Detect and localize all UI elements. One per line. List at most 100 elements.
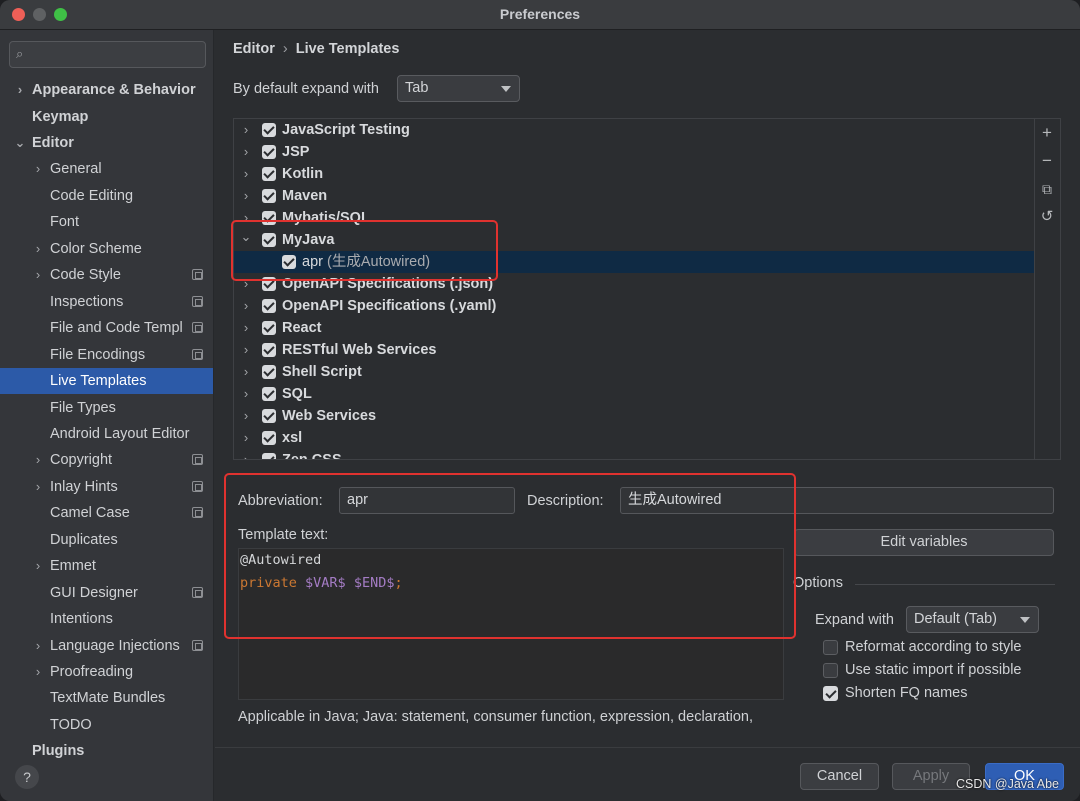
group-checkbox[interactable] (262, 409, 276, 423)
chevron-right-icon[interactable]: › (240, 295, 252, 317)
sidebar-item-textmate-bundles[interactable]: TextMate Bundles (0, 685, 213, 711)
sidebar-item-label: Proofreading (50, 664, 134, 680)
chevron-right-icon[interactable]: › (240, 405, 252, 427)
sidebar-item-camel-case[interactable]: Camel Case (0, 500, 213, 526)
chevron-right-icon[interactable]: › (240, 339, 252, 361)
chevron-down-icon[interactable]: ⌄ (14, 130, 26, 156)
add-icon[interactable]: + (1039, 124, 1055, 141)
chevron-right-icon[interactable]: › (32, 633, 44, 659)
group-checkbox[interactable] (262, 365, 276, 379)
sidebar-item-file-encodings[interactable]: File Encodings (0, 342, 213, 368)
sidebar-item-duplicates[interactable]: Duplicates (0, 527, 213, 553)
chevron-right-icon[interactable]: › (240, 185, 252, 207)
group-checkbox[interactable] (262, 167, 276, 181)
project-scope-icon (192, 481, 203, 492)
sidebar-item-android-layout-editor[interactable]: Android Layout Editor (0, 421, 213, 447)
tree-row-sql[interactable]: › SQL (234, 383, 1034, 405)
applicable-contexts-text[interactable]: Applicable in Java; Java: statement, con… (238, 709, 753, 725)
chevron-right-icon[interactable]: › (240, 119, 252, 141)
sidebar-item-live-templates[interactable]: Live Templates (0, 368, 213, 394)
sidebar-item-proofreading[interactable]: › Proofreading (0, 659, 213, 685)
chevron-right-icon[interactable]: › (32, 447, 44, 473)
sidebar-item-editor[interactable]: ⌄ Editor (0, 130, 213, 156)
tree-row-label: Shell Script (282, 364, 362, 380)
templates-toolbar: + − ⧉ ↺ (1033, 118, 1061, 460)
title-bar: Preferences (0, 0, 1080, 30)
edit-variables-button[interactable]: Edit variables (794, 529, 1054, 556)
tree-row-label: Web Services (282, 408, 377, 424)
sidebar-item-general[interactable]: › General (0, 156, 213, 182)
tree-row-label: Kotlin (282, 166, 324, 182)
sidebar-item-font[interactable]: Font (0, 209, 213, 235)
group-checkbox[interactable] (262, 343, 276, 357)
tree-row-web-services[interactable]: › Web Services (234, 405, 1034, 427)
group-checkbox[interactable] (262, 431, 276, 445)
chevron-right-icon[interactable]: › (32, 156, 44, 182)
sidebar-item-label: GUI Designer (50, 585, 138, 601)
tree-row-react[interactable]: › React (234, 317, 1034, 339)
tree-row-xsl[interactable]: › xsl (234, 427, 1034, 449)
chevron-right-icon[interactable]: › (240, 361, 252, 383)
sidebar-item-gui-designer[interactable]: GUI Designer (0, 580, 213, 606)
chevron-right-icon[interactable]: › (240, 163, 252, 185)
tree-row-kotlin[interactable]: › Kotlin (234, 163, 1034, 185)
cancel-button[interactable]: Cancel (800, 763, 879, 790)
group-checkbox[interactable] (262, 321, 276, 335)
sidebar-item-code-editing[interactable]: Code Editing (0, 183, 213, 209)
help-button[interactable]: ? (15, 765, 39, 789)
chevron-right-icon[interactable]: › (240, 383, 252, 405)
tree-row-shell-script[interactable]: › Shell Script (234, 361, 1034, 383)
chevron-right-icon[interactable]: › (32, 659, 44, 685)
expand-with-select[interactable]: Default (Tab) (906, 606, 1039, 633)
chevron-right-icon[interactable]: › (32, 474, 44, 500)
shorten-fq-checkbox[interactable] (823, 686, 838, 701)
tree-row-label: xsl (282, 430, 303, 446)
default-expand-select[interactable]: Tab (397, 75, 520, 102)
dropdown-arrow-icon (501, 86, 511, 92)
breadcrumb-parent[interactable]: Editor (233, 41, 275, 57)
reformat-checkbox[interactable] (823, 640, 838, 655)
chevron-right-icon[interactable]: › (32, 553, 44, 579)
group-checkbox[interactable] (262, 123, 276, 137)
chevron-right-icon[interactable]: › (240, 449, 252, 459)
tree-row-openapi-yaml[interactable]: › OpenAPI Specifications (.yaml) (234, 295, 1034, 317)
sidebar-item-emmet[interactable]: › Emmet (0, 553, 213, 579)
chevron-right-icon[interactable]: › (240, 427, 252, 449)
tree-row-restful-web-services[interactable]: › RESTful Web Services (234, 339, 1034, 361)
chevron-right-icon[interactable]: › (14, 77, 26, 103)
sidebar-item-plugins[interactable]: Plugins (0, 738, 213, 764)
sidebar-item-todo[interactable]: TODO (0, 712, 213, 738)
group-checkbox[interactable] (262, 453, 276, 459)
sidebar-item-label: TextMate Bundles (50, 690, 166, 706)
tree-row-maven[interactable]: › Maven (234, 185, 1034, 207)
chevron-right-icon[interactable]: › (240, 317, 252, 339)
remove-icon[interactable]: − (1039, 152, 1055, 169)
sidebar-item-appearance-behavior[interactable]: › Appearance & Behavior (0, 77, 213, 103)
group-checkbox[interactable] (262, 189, 276, 203)
settings-search-input[interactable]: ⌕ (9, 41, 206, 68)
sidebar-item-file-code-templates[interactable]: File and Code Templ (0, 315, 213, 341)
tree-row-javascript-testing[interactable]: › JavaScript Testing (234, 119, 1034, 141)
sidebar-item-code-style[interactable]: › Code Style (0, 262, 213, 288)
static-import-checkbox[interactable] (823, 663, 838, 678)
chevron-right-icon[interactable]: › (32, 236, 44, 262)
sidebar-item-keymap[interactable]: Keymap (0, 104, 213, 130)
sidebar-item-color-scheme[interactable]: › Color Scheme (0, 236, 213, 262)
group-checkbox[interactable] (262, 299, 276, 313)
chevron-right-icon[interactable]: › (32, 262, 44, 288)
sidebar-item-label: Font (50, 214, 80, 230)
restore-icon[interactable]: ↺ (1039, 209, 1055, 225)
sidebar-item-label: TODO (50, 717, 92, 733)
sidebar-item-file-types[interactable]: File Types (0, 395, 213, 421)
group-checkbox[interactable] (262, 387, 276, 401)
sidebar-item-inspections[interactable]: Inspections (0, 289, 213, 315)
sidebar-item-inlay-hints[interactable]: › Inlay Hints (0, 474, 213, 500)
sidebar-item-language-injections[interactable]: › Language Injections (0, 633, 213, 659)
sidebar-item-copyright[interactable]: › Copyright (0, 447, 213, 473)
copy-icon[interactable]: ⧉ (1039, 181, 1055, 197)
tree-row-jsp[interactable]: › JSP (234, 141, 1034, 163)
chevron-right-icon[interactable]: › (240, 141, 252, 163)
tree-row-zen-css[interactable]: › Zen CSS (234, 449, 1034, 459)
group-checkbox[interactable] (262, 145, 276, 159)
sidebar-item-intentions[interactable]: Intentions (0, 606, 213, 632)
